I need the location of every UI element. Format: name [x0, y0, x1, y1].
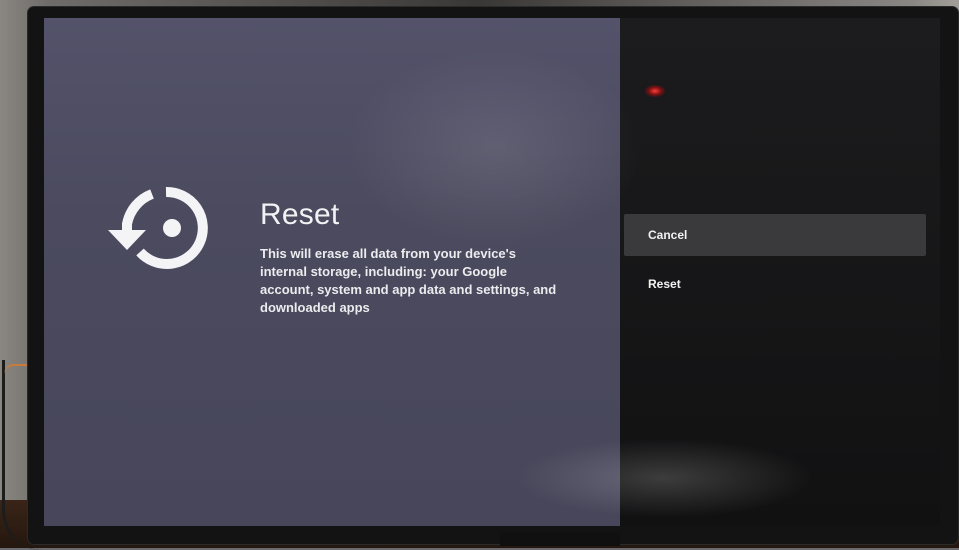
reset-button[interactable]: Reset	[624, 263, 926, 305]
tv-screen: Reset This will erase all data from your…	[44, 18, 940, 526]
page-title: Reset	[260, 198, 340, 231]
cancel-button-label: Cancel	[648, 228, 688, 242]
reset-description: This will erase all data from your devic…	[260, 246, 557, 315]
info-panel: Reset This will erase all data from your…	[44, 18, 620, 526]
reset-icon	[106, 178, 222, 278]
tv-stand	[500, 532, 620, 546]
cancel-button[interactable]: Cancel	[624, 214, 926, 256]
reset-button-label: Reset	[648, 277, 681, 291]
